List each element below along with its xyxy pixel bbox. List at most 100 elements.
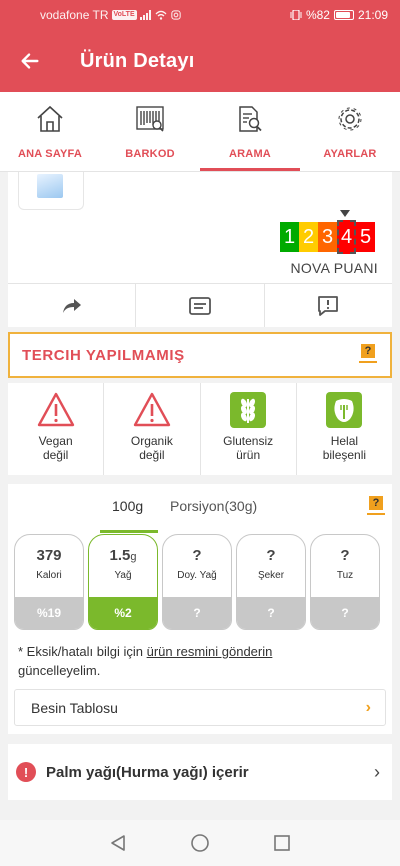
list-icon [189, 296, 211, 315]
circle-home-icon [191, 834, 209, 852]
tab-label: ARAMA [229, 148, 271, 160]
wifi-icon [155, 10, 167, 20]
product-image[interactable] [18, 172, 84, 210]
nova-box-2: 2 [299, 222, 318, 252]
portion-tab-serving[interactable]: Porsiyon(30g) [170, 498, 257, 514]
volte-badge: VoLTE [111, 10, 137, 20]
tab-label: ANA SAYFA [18, 148, 82, 160]
wheat-icon [230, 392, 267, 428]
clock: 21:09 [357, 8, 388, 22]
system-nav-bar [0, 820, 400, 866]
tab-home[interactable]: ANA SAYFA [0, 92, 100, 171]
nova-box-5: 5 [356, 222, 375, 252]
warning-icon [133, 392, 171, 427]
nova-scale: 1 2 3 4 5 [280, 220, 375, 254]
nutrient-name: Doy. Yağ [177, 570, 217, 581]
tab-label: AYARLAR [323, 148, 377, 160]
chevron-right-icon: › [365, 698, 371, 716]
tab-barcode[interactable]: BARKOD [100, 92, 200, 171]
helal-icon [326, 392, 363, 428]
carrier-name: vodafone TR [40, 8, 109, 22]
search-document-icon [239, 106, 262, 132]
nutrient-name: Kalori [36, 570, 62, 581]
nutrition-table-button[interactable]: Besin Tablosu › [14, 689, 386, 726]
nav-back-button[interactable] [108, 833, 128, 853]
feedback-button[interactable] [265, 284, 392, 327]
action-row [8, 283, 392, 327]
help-icon[interactable]: ? [358, 344, 378, 366]
barcode-icon [136, 106, 164, 132]
nutrient-percent: ? [311, 597, 379, 629]
warning-icon [37, 392, 74, 427]
details-button[interactable] [136, 284, 265, 327]
portion-tab-indicator [100, 530, 158, 533]
preference-label: TERCIH YAPILMAMIŞ [22, 346, 185, 364]
triangle-back-icon [111, 835, 125, 851]
nutrient-percent: %2 [89, 597, 157, 629]
square-recents-icon [274, 835, 290, 851]
home-icon [37, 105, 63, 132]
nutrient-name: Yağ [114, 570, 132, 581]
nova-label: NOVA PUANI [290, 260, 378, 276]
warning-text: Palm yağı(Hurma yağı) içerir [46, 763, 249, 781]
portion-tab-100g[interactable]: 100g [112, 498, 143, 514]
tab-search[interactable]: ARAMA [200, 92, 300, 171]
nutrient-cards: 379 Kalori %19 1.5g Yağ %2 ? Doy. Yağ ? … [14, 534, 380, 630]
ingredient-warning[interactable]: ! Palm yağı(Hurma yağı) içerir › [8, 744, 392, 800]
nutrient-value: ? [340, 547, 350, 564]
carrier-info: vodafone TR VoLTE [40, 8, 182, 22]
nutrient-card-kalori[interactable]: 379 Kalori %19 [14, 534, 84, 630]
badge-text: Vegan değil [38, 434, 73, 462]
nova-box-3: 3 [318, 222, 337, 252]
share-button[interactable] [8, 284, 137, 327]
nutrient-value: ? [266, 547, 276, 564]
back-button[interactable] [0, 30, 60, 92]
status-bar: vodafone TR VoLTE %82 21:09 [0, 0, 400, 30]
help-icon[interactable]: ? [366, 496, 386, 518]
battery-icon [333, 10, 354, 20]
signal-icon [139, 10, 151, 20]
nutrient-percent: ? [237, 597, 305, 629]
nutrient-name: Tuz [336, 570, 354, 581]
status-right: %82 21:09 [290, 8, 388, 22]
nutrition-table-label: Besin Tablosu [31, 699, 118, 716]
vibrate-icon [290, 10, 302, 20]
alert-icon: ! [16, 762, 36, 782]
nova-box-4: 4 [337, 220, 356, 254]
badge-helal[interactable]: Helal bileşenli [297, 383, 392, 475]
product-card: 1 2 3 4 5 NOVA PUANI [8, 172, 392, 327]
nutrient-card-yag[interactable]: 1.5g Yağ %2 [88, 534, 158, 630]
tab-settings[interactable]: AYARLAR [300, 92, 400, 171]
send-image-link[interactable]: ürün resmini gönderin [147, 644, 273, 659]
nutrient-value: ? [192, 547, 202, 564]
nutrient-card-tuz[interactable]: ? Tuz ? [310, 534, 380, 630]
nova-marker-icon [340, 210, 350, 217]
nova-box-1: 1 [280, 222, 299, 252]
page-title: Ürün Detayı [80, 49, 195, 72]
badge-text: Organik değil [130, 434, 173, 462]
nutrient-percent: %19 [15, 597, 83, 629]
nutrient-card-doy-yag[interactable]: ? Doy. Yağ ? [162, 534, 232, 630]
feedback-icon [318, 295, 339, 316]
badge-text: Glutensiz ürün [223, 434, 274, 462]
badge-vegan[interactable]: Vegan değil [8, 383, 105, 475]
tab-label: BARKOD [125, 148, 175, 160]
nav-recents-button[interactable] [272, 833, 292, 853]
arrow-left-icon [21, 53, 39, 69]
nutrition-section: 100g Porsiyon(30g) ? 379 Kalori %19 1.5g… [8, 484, 392, 734]
nav-home-button[interactable] [190, 833, 210, 853]
portion-tabs: 100g Porsiyon(30g) [8, 494, 392, 533]
diet-badges: Vegan değil Organik değil Glutensiz ürün He… [8, 383, 392, 475]
gear-icon [338, 107, 362, 131]
share-icon [62, 298, 81, 313]
nutrient-card-seker[interactable]: ? Şeker ? [236, 534, 306, 630]
badge-text: Helal bileşenli [322, 434, 367, 462]
missing-info-note: * Eksik/hatalı bilgi için ürün resmini g… [18, 644, 273, 678]
badge-gluten-free[interactable]: Glutensiz ürün [201, 383, 297, 475]
instagram-icon [170, 10, 181, 20]
tab-bar: ANA SAYFA BARKOD ARAMA AYARLAR [0, 92, 400, 172]
nutrient-percent: ? [163, 597, 231, 629]
nutrient-value: 379 [36, 547, 62, 564]
badge-organic[interactable]: Organik değil [104, 383, 201, 475]
preference-banner[interactable]: TERCIH YAPILMAMIŞ ? [8, 332, 392, 378]
